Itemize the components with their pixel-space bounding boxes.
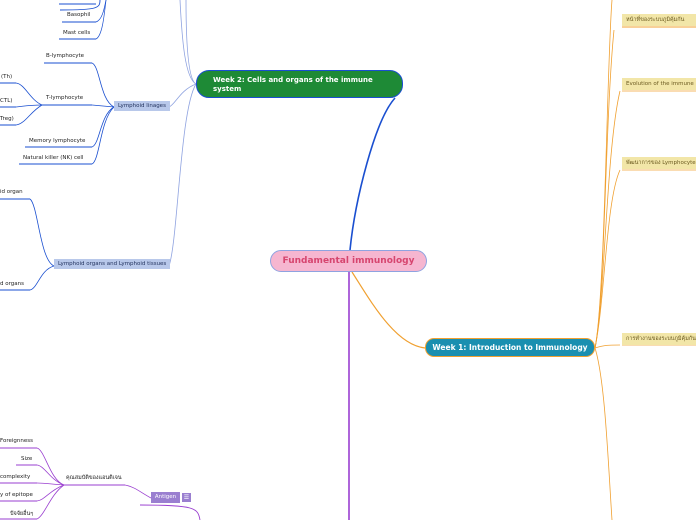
- lymphoid-organs-node[interactable]: Lymphoid organs and Lymphoid tissues: [54, 259, 171, 269]
- memory-lymphocyte-node[interactable]: Memory lymphocyte: [29, 137, 85, 145]
- treg-cell-node[interactable]: Treg): [0, 115, 14, 123]
- primary-lymphoid-organ-node[interactable]: id organ: [0, 188, 23, 196]
- size-node[interactable]: Size: [21, 455, 32, 463]
- week1-topic-evolution[interactable]: Evolution of the immune: [622, 78, 696, 90]
- secondary-lymphoid-organs-node[interactable]: d organs: [0, 280, 24, 288]
- list-icon[interactable]: ☰: [182, 493, 191, 502]
- complexity-node[interactable]: complexity: [0, 473, 30, 481]
- other-factors-node[interactable]: ปัจจัยอื่นๆ: [10, 510, 33, 518]
- week1-topic-lymphocyte-development[interactable]: พัฒนาการของ Lymphocyte: [622, 157, 696, 169]
- lymphoid-linages-node[interactable]: Lymphoid linages: [114, 101, 170, 111]
- week2-topic[interactable]: Week 2: Cells and organs of the immune s…: [196, 70, 403, 98]
- basophil-node[interactable]: Basophil: [67, 11, 90, 19]
- antigen-properties-node[interactable]: คุณสมบัติของแอนติเจน: [66, 474, 122, 482]
- b-lymphocyte-node[interactable]: B-lymphocyte: [46, 52, 84, 60]
- nk-cell-node[interactable]: Natural killer (NK) cell: [23, 154, 83, 162]
- ctl-cell-node[interactable]: CTL): [0, 97, 12, 105]
- week1-topic-immune-function[interactable]: หน้าที่ของระบบภูมิคุ้มกัน: [622, 14, 696, 26]
- th-cell-node[interactable]: (Th): [1, 73, 12, 81]
- t-lymphocyte-node[interactable]: T-lymphocyte: [46, 94, 83, 102]
- root-topic[interactable]: Fundamental immunology: [270, 250, 427, 272]
- foreignness-node[interactable]: Foreignness: [0, 437, 33, 445]
- week1-topic[interactable]: Week 1: Introduction to Immunology: [425, 338, 595, 357]
- epitope-node[interactable]: y of epitope: [0, 491, 33, 499]
- week1-topic-immune-operation[interactable]: การทำงานของระบบภูมิคุ้มกัน: [622, 333, 696, 345]
- antigen-node[interactable]: Antigen: [151, 492, 180, 503]
- mast-cells-node[interactable]: Mast cells: [63, 29, 90, 37]
